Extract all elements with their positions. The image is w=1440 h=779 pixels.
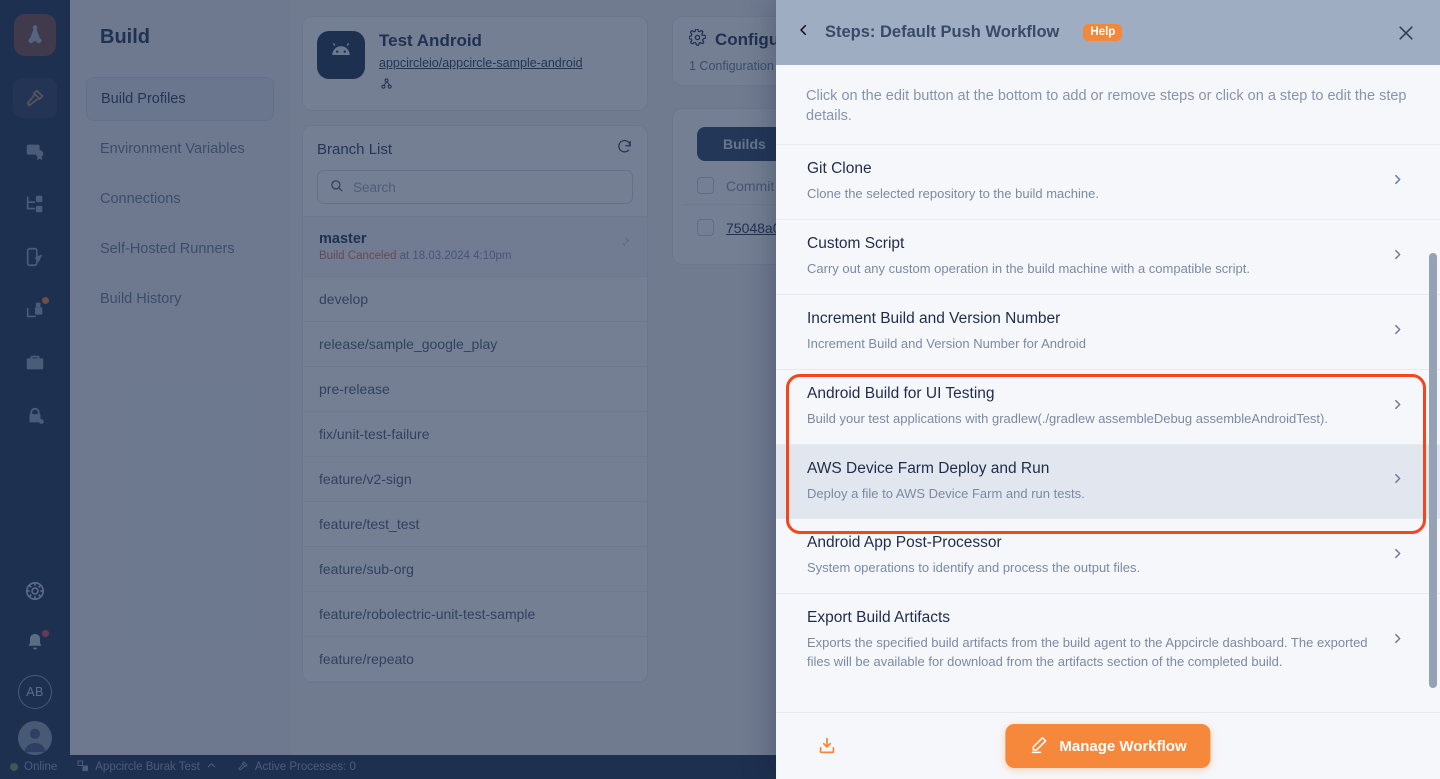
panel-instruction: Click on the edit button at the bottom t… [806,88,1407,124]
step-description: Exports the specified build artifacts fr… [807,635,1368,670]
step-name: Android Build for UI Testing [807,384,995,402]
step-name: Android App Post-Processor [807,534,1002,552]
step-item-export-build-artifacts[interactable]: Export Build Artifacts Exports the speci… [776,593,1440,687]
step-description: Deploy a file to AWS Device Farm and run… [807,485,1085,501]
step-description: Carry out any custom operation in the bu… [807,260,1250,276]
screen: AB Build Build Profiles Environment Vari… [0,0,1440,779]
help-badge[interactable]: Help [1083,24,1123,41]
chevron-right-icon [1391,323,1404,341]
step-item-aws-device-farm-deploy-and-run[interactable]: AWS Device Farm Deploy and Run Deploy a … [776,443,1440,519]
step-item-android-app-post-processor[interactable]: Android App Post-Processor System operat… [776,518,1440,594]
step-name: Custom Script [807,234,905,252]
vertical-scrollbar-thumb[interactable] [1429,253,1437,689]
steps-list: Git Clone Clone the selected repository … [776,144,1440,687]
chevron-right-icon [1391,547,1404,565]
step-name: Git Clone [807,160,872,178]
back-chevron-icon[interactable] [796,19,811,46]
edit-pencil-icon [1029,735,1048,758]
steps-panel: Steps: Default Push Workflow Help Click … [776,0,1440,779]
chevron-right-icon [1391,472,1404,490]
step-description: Build your test applications with gradle… [807,410,1328,426]
manage-workflow-button[interactable]: Manage Workflow [1005,724,1211,768]
chevron-right-icon [1391,173,1404,191]
step-item-git-clone[interactable]: Git Clone Clone the selected repository … [776,144,1440,219]
step-item-custom-script[interactable]: Custom Script Carry out any custom opera… [776,218,1440,294]
download-icon[interactable] [816,735,838,757]
step-description: Clone the selected repository to the bui… [807,186,1099,202]
chevron-right-icon [1391,398,1404,416]
panel-footer: Manage Workflow [776,712,1440,779]
step-item-increment-build-and-version-number[interactable]: Increment Build and Version Number Incre… [776,293,1440,369]
panel-title: Steps: Default Push Workflow [825,23,1060,41]
step-item-android-build-for-ui-testing[interactable]: Android Build for UI Testing Build your … [776,368,1440,444]
step-name: Increment Build and Version Number [807,309,1061,327]
close-icon[interactable] [1396,23,1416,43]
step-name: AWS Device Farm Deploy and Run [807,459,1050,477]
steps-scroll-area[interactable]: Git Clone Clone the selected repository … [776,144,1440,712]
step-description: Increment Build and Version Number for A… [807,335,1086,351]
panel-header: Steps: Default Push Workflow Help [776,0,1440,65]
chevron-right-icon [1391,632,1404,650]
step-name: Export Build Artifacts [807,609,951,627]
step-description: System operations to identify and proces… [807,560,1141,576]
chevron-right-icon [1391,248,1404,266]
manage-workflow-label: Manage Workflow [1059,737,1187,755]
